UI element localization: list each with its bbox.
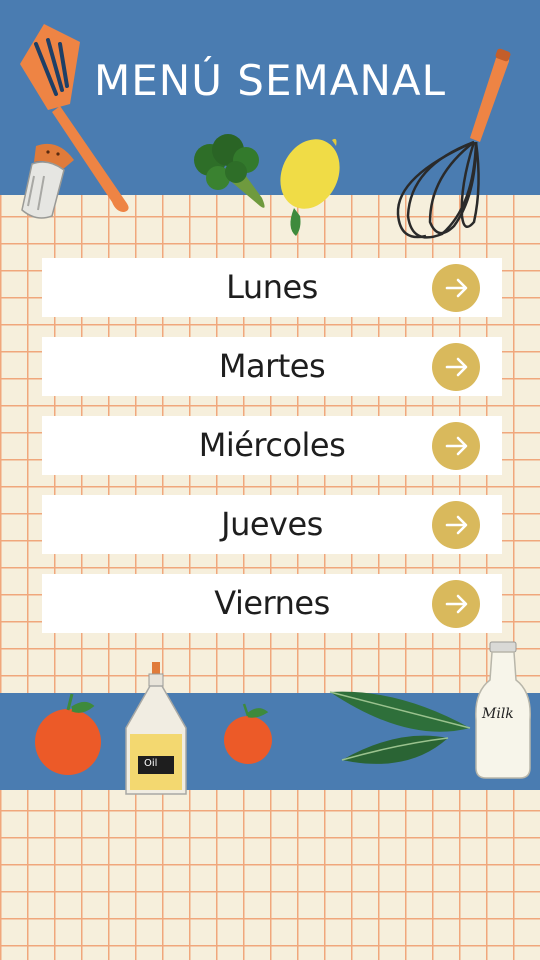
milk-label: Milk — [482, 706, 514, 722]
oil-label: Oil — [144, 758, 158, 769]
broccoli-icon — [194, 134, 265, 208]
leaves-icon — [329, 691, 471, 764]
arrow-right-icon[interactable] — [432, 343, 480, 391]
lemon-icon — [280, 138, 340, 236]
day-item-miercoles[interactable]: Miércoles — [42, 416, 502, 475]
salt-shaker-icon — [21, 143, 74, 219]
weekly-menu-list: Lunes Martes Miércoles Jueves Viernes — [42, 258, 502, 653]
arrow-right-icon[interactable] — [432, 422, 480, 470]
orange-icon — [35, 693, 101, 775]
oil-bottle-icon — [125, 662, 187, 795]
orange-icon — [224, 703, 272, 764]
whisk-icon — [396, 48, 511, 239]
arrow-right-icon[interactable] — [432, 580, 480, 628]
arrow-right-icon[interactable] — [432, 264, 480, 312]
day-item-lunes[interactable]: Lunes — [42, 258, 502, 317]
arrow-right-icon[interactable] — [432, 501, 480, 549]
day-item-martes[interactable]: Martes — [42, 337, 502, 396]
day-item-jueves[interactable]: Jueves — [42, 495, 502, 554]
day-item-viernes[interactable]: Viernes — [42, 574, 502, 633]
